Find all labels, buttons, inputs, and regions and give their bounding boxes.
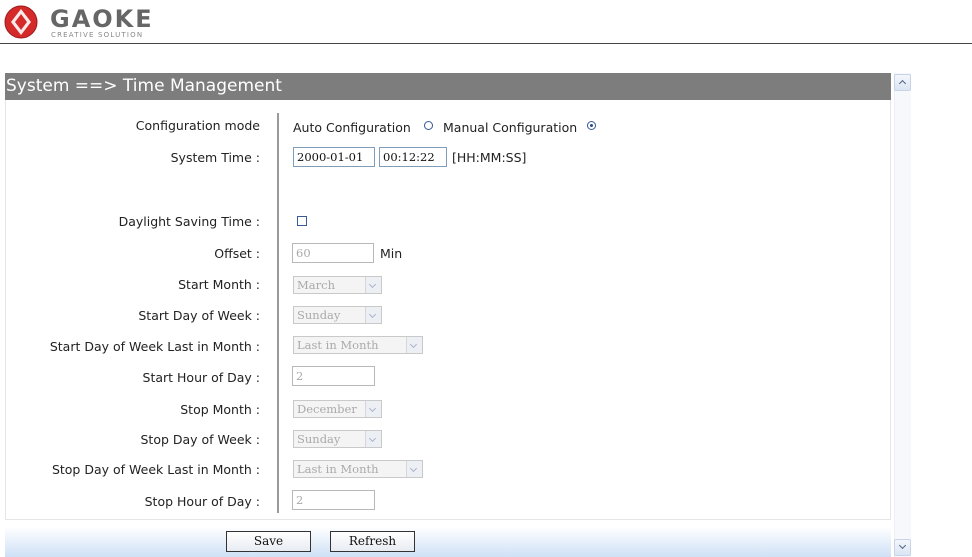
stop-hour-input[interactable]: 2	[292, 490, 375, 510]
stop-month-label: Stop Month :	[180, 402, 260, 417]
system-date-input[interactable]: 2000-01-01	[293, 147, 375, 167]
scroll-up-icon[interactable]	[894, 74, 911, 91]
config-mode-label: Configuration mode	[135, 118, 260, 133]
page-title: System ==> Time Management	[5, 73, 891, 100]
brand-logo: GAOKE CREATIVE SOLUTION	[3, 3, 203, 41]
chevron-down-icon	[406, 337, 422, 353]
action-bar	[5, 527, 891, 557]
chevron-down-icon	[406, 461, 422, 477]
column-divider	[277, 113, 279, 513]
stop-month-value: December	[297, 402, 357, 416]
stop-week-last-label: Stop Day of Week Last in Month :	[51, 462, 260, 477]
refresh-button[interactable]: Refresh	[330, 531, 415, 552]
chevron-down-icon	[365, 431, 381, 447]
offset-unit: Min	[380, 246, 403, 261]
start-week-last-label: Start Day of Week Last in Month :	[49, 339, 260, 354]
stop-hour-label: Stop Hour of Day :	[144, 494, 260, 509]
stop-day-of-week-select[interactable]: Sunday	[293, 430, 382, 448]
stop-day-of-week-label: Stop Day of Week :	[140, 432, 260, 447]
start-day-of-week-value: Sunday	[297, 308, 341, 322]
start-day-of-week-label: Start Day of Week :	[138, 308, 260, 323]
time-format-hint: [HH:MM:SS]	[452, 150, 527, 165]
manual-config-radio[interactable]	[587, 121, 596, 130]
chevron-down-icon	[365, 307, 381, 323]
manual-config-label: Manual Configuration	[443, 120, 578, 135]
auto-config-label: Auto Configuration	[293, 120, 411, 135]
brand-tagline: CREATIVE SOLUTION	[51, 31, 144, 39]
start-month-label: Start Month :	[178, 277, 260, 292]
start-week-last-value: Last in Month	[297, 338, 379, 352]
scroll-down-icon[interactable]	[894, 539, 911, 556]
header-divider	[0, 43, 972, 44]
chevron-down-icon	[365, 277, 381, 293]
start-month-value: March	[297, 278, 335, 292]
offset-label: Offset :	[214, 246, 260, 261]
start-week-last-select[interactable]: Last in Month	[293, 336, 423, 354]
start-day-of-week-select[interactable]: Sunday	[293, 306, 382, 324]
vertical-scrollbar[interactable]	[894, 73, 911, 557]
logo-icon	[4, 5, 38, 39]
system-time-input[interactable]: 00:12:22	[379, 147, 447, 167]
stop-week-last-value: Last in Month	[297, 462, 379, 476]
stop-week-last-select[interactable]: Last in Month	[293, 460, 423, 478]
start-hour-input[interactable]: 2	[292, 366, 375, 386]
start-hour-label: Start Hour of Day :	[142, 370, 260, 385]
brand-name: GAOKE	[50, 5, 154, 33]
start-month-select[interactable]: March	[293, 276, 382, 294]
daylight-saving-checkbox[interactable]	[297, 216, 307, 226]
save-button[interactable]: Save	[226, 531, 311, 552]
stop-day-of-week-value: Sunday	[297, 432, 341, 446]
offset-input[interactable]: 60	[292, 243, 374, 263]
chevron-down-icon	[365, 401, 381, 417]
daylight-saving-label: Daylight Saving Time :	[118, 214, 260, 229]
auto-config-radio[interactable]	[424, 121, 433, 130]
system-time-label: System Time :	[170, 150, 260, 165]
stop-month-select[interactable]: December	[293, 400, 382, 418]
